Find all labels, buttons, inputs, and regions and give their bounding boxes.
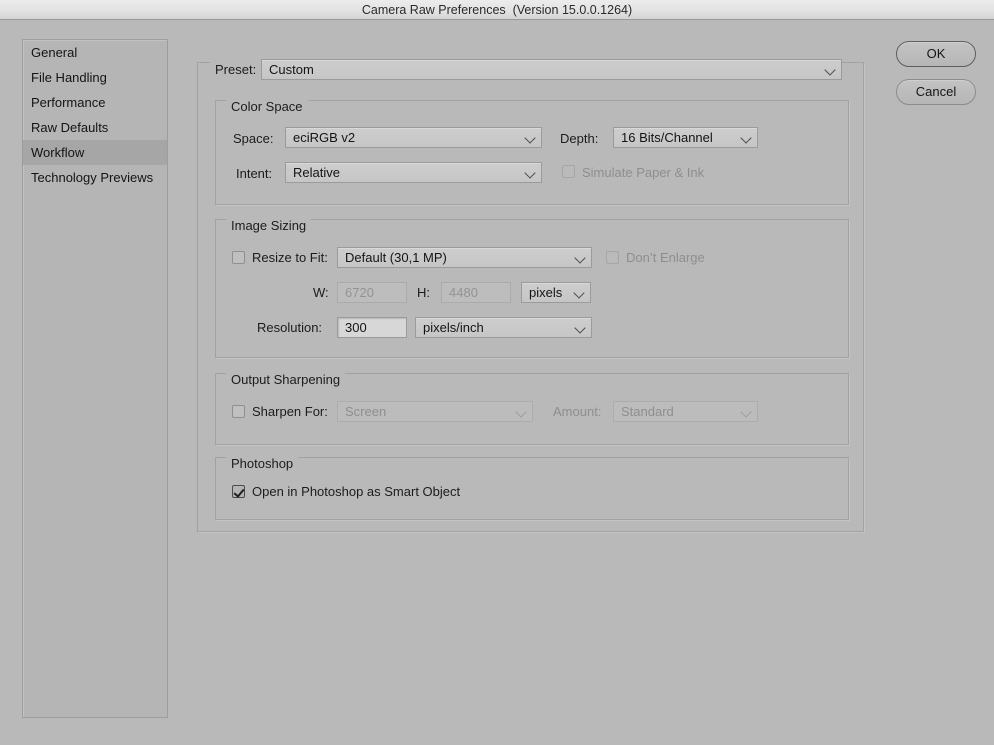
sidebar-item-workflow[interactable]: Workflow bbox=[23, 140, 167, 165]
open-as-smart-object-label: Open in Photoshop as Smart Object bbox=[252, 484, 461, 499]
image-sizing-legend: Image Sizing bbox=[226, 218, 312, 233]
depth-label: Depth: bbox=[560, 131, 599, 146]
dont-enlarge-checkbox[interactable] bbox=[606, 251, 619, 264]
chevron-down-icon bbox=[524, 166, 536, 179]
chevron-down-icon bbox=[740, 405, 752, 418]
amount-value: Standard bbox=[621, 404, 674, 419]
sharpen-for-dropdown[interactable]: Screen bbox=[337, 401, 533, 422]
preset-value: Custom bbox=[269, 62, 314, 77]
resolution-label: Resolution: bbox=[257, 320, 323, 335]
simulate-paper-ink-label: Simulate Paper & Ink bbox=[582, 165, 705, 180]
sidebar-item-raw-defaults[interactable]: Raw Defaults bbox=[23, 115, 167, 140]
ok-button[interactable]: OK bbox=[896, 41, 976, 67]
resolution-units-dropdown[interactable]: pixels/inch bbox=[415, 317, 592, 338]
dont-enlarge-label: Don’t Enlarge bbox=[626, 250, 705, 265]
sharpen-for-checkbox[interactable] bbox=[232, 405, 245, 418]
chevron-down-icon bbox=[824, 63, 836, 76]
output-sharpening-legend: Output Sharpening bbox=[226, 372, 346, 387]
resolution-input[interactable]: 300 bbox=[337, 317, 407, 338]
amount-dropdown[interactable]: Standard bbox=[613, 401, 758, 422]
chevron-down-icon bbox=[573, 286, 585, 299]
size-units-dropdown[interactable]: pixels bbox=[521, 282, 591, 303]
sidebar-item-performance[interactable]: Performance bbox=[23, 90, 167, 115]
width-label: W: bbox=[313, 285, 329, 300]
sharpen-for-value: Screen bbox=[345, 404, 387, 419]
resize-to-fit-checkbox[interactable] bbox=[232, 251, 245, 264]
sidebar-item-general[interactable]: General bbox=[23, 40, 167, 65]
cancel-button[interactable]: Cancel bbox=[896, 79, 976, 105]
depth-dropdown[interactable]: 16 Bits/Channel bbox=[613, 127, 758, 148]
chevron-down-icon bbox=[574, 321, 586, 334]
resolution-units-value: pixels/inch bbox=[423, 320, 484, 335]
height-input[interactable]: 4480 bbox=[441, 282, 511, 303]
simulate-paper-ink-checkbox[interactable] bbox=[562, 165, 575, 178]
photoshop-legend: Photoshop bbox=[226, 456, 299, 471]
preset-dropdown[interactable]: Custom bbox=[261, 59, 842, 80]
sharpen-for-label: Sharpen For: bbox=[252, 404, 328, 419]
chevron-down-icon bbox=[574, 251, 586, 264]
size-units-value: pixels bbox=[529, 285, 563, 300]
resize-to-fit-value: Default (30,1 MP) bbox=[345, 250, 447, 265]
chevron-down-icon bbox=[740, 131, 752, 144]
resize-to-fit-dropdown[interactable]: Default (30,1 MP) bbox=[337, 247, 592, 268]
space-label: Space: bbox=[233, 131, 274, 146]
amount-label: Amount: bbox=[553, 404, 602, 419]
preset-label: Preset: bbox=[210, 62, 262, 77]
window-title: Camera Raw Preferences (Version 15.0.0.1… bbox=[361, 3, 633, 17]
sidebar-item-file-handling[interactable]: File Handling bbox=[23, 65, 167, 90]
window-titlebar: Camera Raw Preferences (Version 15.0.0.1… bbox=[0, 0, 994, 20]
open-as-smart-object-checkbox[interactable] bbox=[232, 485, 245, 498]
height-label: H: bbox=[417, 285, 430, 300]
color-space-legend: Color Space bbox=[226, 99, 308, 114]
space-dropdown[interactable]: eciRGB v2 bbox=[285, 127, 542, 148]
chevron-down-icon bbox=[515, 405, 527, 418]
preferences-sidebar[interactable]: General File Handling Performance Raw De… bbox=[22, 39, 168, 718]
space-value: eciRGB v2 bbox=[293, 130, 356, 145]
resize-to-fit-label: Resize to Fit: bbox=[252, 250, 328, 265]
color-space-group bbox=[215, 100, 849, 205]
width-input[interactable]: 6720 bbox=[337, 282, 407, 303]
intent-value: Relative bbox=[293, 165, 340, 180]
chevron-down-icon bbox=[524, 131, 536, 144]
intent-dropdown[interactable]: Relative bbox=[285, 162, 542, 183]
intent-label: Intent: bbox=[236, 166, 273, 181]
depth-value: 16 Bits/Channel bbox=[621, 130, 713, 145]
sidebar-item-technology-previews[interactable]: Technology Previews bbox=[23, 165, 167, 190]
